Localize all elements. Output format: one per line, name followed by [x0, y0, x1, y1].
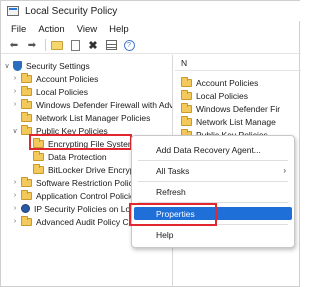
- details-item-label: Windows Defender Fir: [196, 103, 281, 114]
- folder-icon: [21, 111, 32, 122]
- document-icon[interactable]: [67, 39, 83, 52]
- app-icon: [7, 6, 19, 16]
- menu-item-add-data-recovery-agent[interactable]: Add Data Recovery Agent...: [156, 145, 261, 155]
- details-column-label: N: [181, 58, 188, 68]
- toolbar: ⬅ ➡ ✖ ?: [1, 37, 301, 54]
- details-item[interactable]: Account Policies: [181, 76, 258, 89]
- tree-item-label: Network List Manager Policies: [36, 112, 151, 123]
- back-icon[interactable]: ⬅: [6, 39, 22, 52]
- help-icon[interactable]: ?: [121, 39, 137, 52]
- folder-icon: [21, 176, 32, 187]
- chevron-right-icon[interactable]: ›: [11, 75, 19, 82]
- grid-icon[interactable]: [103, 39, 119, 52]
- menu-view[interactable]: View: [71, 24, 103, 35]
- menu-action[interactable]: Action: [32, 24, 70, 35]
- tree-item-firewall[interactable]: › Windows Defender Firewall with Adva: [11, 98, 173, 111]
- details-item-label: Local Policies: [196, 90, 248, 101]
- folder-icon: [21, 98, 32, 109]
- chevron-down-icon[interactable]: ∨: [3, 62, 11, 70]
- tree-item-advanced-audit[interactable]: › Advanced Audit Policy Cor: [11, 215, 136, 228]
- menu-item-help[interactable]: Help: [156, 230, 173, 240]
- tree-item-application-control[interactable]: › Application Control Policies: [11, 189, 139, 202]
- chevron-right-icon[interactable]: ›: [11, 205, 19, 212]
- ip-security-icon: [21, 204, 30, 213]
- security-settings-icon: [13, 60, 22, 71]
- tree-item-bitlocker[interactable]: BitLocker Drive Encrypt: [33, 163, 137, 176]
- tree-item-label: Local Policies: [36, 86, 88, 97]
- chevron-right-icon[interactable]: ›: [11, 218, 19, 225]
- tree-item-software-restriction[interactable]: › Software Restriction Policie: [11, 176, 139, 189]
- folder-icon: [21, 189, 32, 200]
- submenu-arrow-icon: ›: [283, 166, 286, 175]
- properties-highlight: [129, 203, 217, 226]
- details-column-header[interactable]: N: [175, 57, 301, 71]
- tree-item-label: BitLocker Drive Encrypt: [48, 164, 137, 175]
- folder-icon[interactable]: [49, 39, 65, 52]
- chevron-down-icon[interactable]: ∨: [11, 127, 19, 135]
- tree-item-label: Windows Defender Firewall with Adva: [36, 99, 173, 110]
- folder-icon: [181, 115, 192, 126]
- menu-divider: [138, 181, 288, 182]
- chevron-right-icon[interactable]: ›: [11, 101, 19, 108]
- encrypting-file-system-highlight: [29, 134, 132, 150]
- details-item-label: Network List Manage: [196, 116, 276, 127]
- tree-item-label: Data Protection: [48, 151, 107, 162]
- local-security-policy-window: Local Security Policy File Action View H…: [0, 0, 301, 287]
- menu-item-all-tasks[interactable]: All Tasks: [156, 166, 189, 176]
- folder-icon: [181, 76, 192, 87]
- folder-icon: [181, 102, 192, 113]
- forward-icon[interactable]: ➡: [24, 39, 40, 52]
- details-item[interactable]: Windows Defender Fir: [181, 102, 280, 115]
- folder-icon: [21, 72, 32, 83]
- tree-item-label: Advanced Audit Policy Cor: [36, 216, 137, 227]
- chevron-right-icon[interactable]: ›: [11, 192, 19, 199]
- details-item-label: Account Policies: [196, 77, 259, 88]
- tree-item-label: IP Security Policies on Loca: [34, 203, 140, 214]
- context-menu: Add Data Recovery Agent... All Tasks › R…: [131, 135, 295, 248]
- tree-item-label: Account Policies: [36, 73, 99, 84]
- folder-icon: [33, 150, 44, 161]
- details-item[interactable]: Network List Manage: [181, 115, 276, 128]
- tree-item-account-policies[interactable]: › Account Policies: [11, 72, 98, 85]
- tree-item-label: Application Control Policies: [36, 190, 139, 201]
- menu-file[interactable]: File: [5, 24, 32, 35]
- window-title: Local Security Policy: [25, 5, 118, 17]
- folder-icon: [21, 85, 32, 96]
- chevron-right-icon[interactable]: ›: [11, 88, 19, 95]
- tree-item-local-policies[interactable]: › Local Policies: [11, 85, 88, 98]
- delete-icon[interactable]: ✖: [85, 39, 101, 52]
- menu-divider: [138, 160, 288, 161]
- menu-bar: File Action View Help: [1, 21, 301, 37]
- chevron-right-icon[interactable]: ›: [11, 179, 19, 186]
- tree-item-ip-security[interactable]: › IP Security Policies on Loca: [11, 202, 139, 215]
- tree-root-label: Security Settings: [26, 60, 90, 71]
- folder-icon: [21, 215, 32, 226]
- tree-item-data-protection[interactable]: Data Protection: [33, 150, 107, 163]
- tree-item-label: Software Restriction Policie: [36, 177, 140, 188]
- folder-icon: [33, 163, 44, 174]
- tree-root[interactable]: ∨ Security Settings: [3, 59, 90, 72]
- menu-item-refresh[interactable]: Refresh: [156, 187, 186, 197]
- folder-icon: [181, 89, 192, 100]
- menu-help[interactable]: Help: [103, 24, 135, 35]
- title-bar: Local Security Policy: [1, 1, 301, 21]
- details-item[interactable]: Local Policies: [181, 89, 248, 102]
- toolbar-divider: [45, 39, 46, 51]
- tree-item-network-list[interactable]: Network List Manager Policies: [21, 111, 150, 124]
